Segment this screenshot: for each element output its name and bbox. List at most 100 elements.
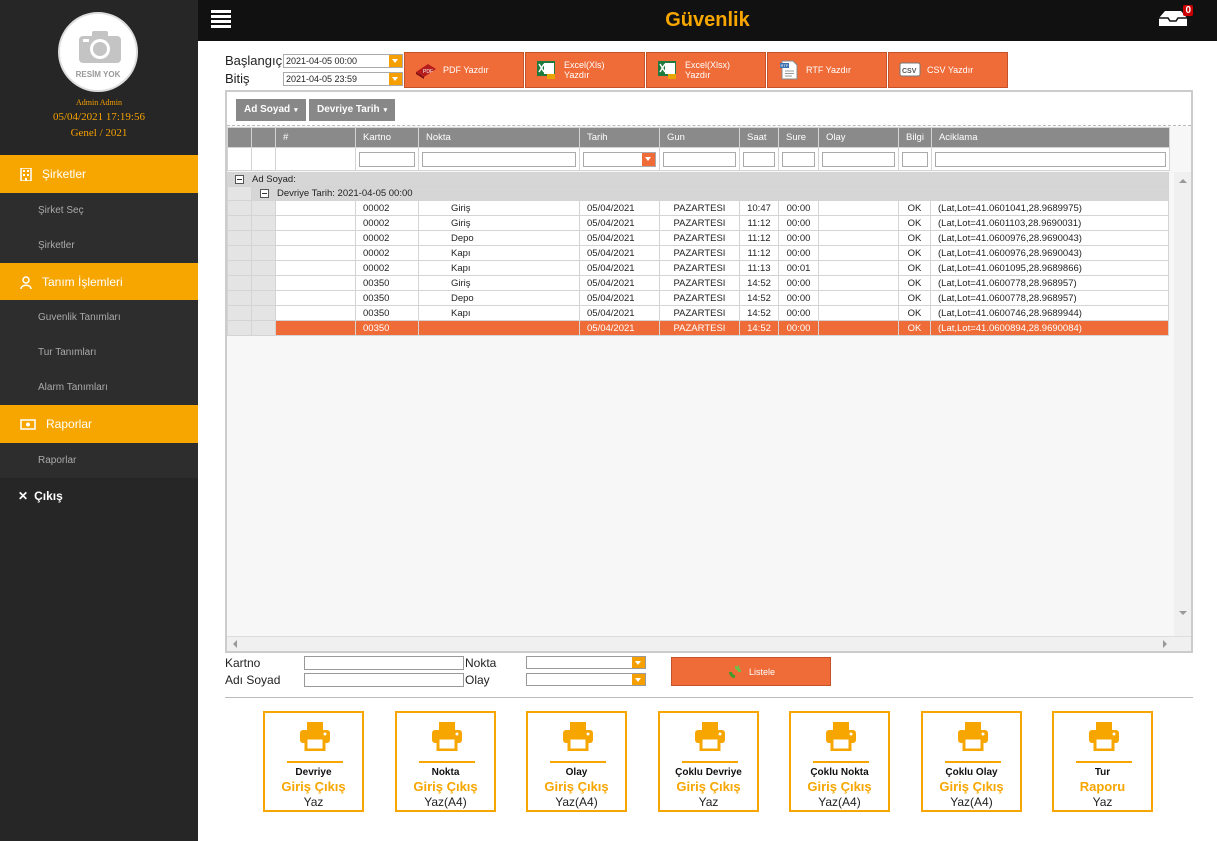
cell-aciklama: (Lat,Lot=41.0600778,28.968957) bbox=[930, 290, 1169, 306]
report-card[interactable]: Olay Giriş Çıkış Yaz(A4) bbox=[526, 711, 627, 812]
group-chip-ad-soyad[interactable]: Ad Soyad bbox=[236, 99, 306, 121]
table-row[interactable]: 00350 Depo 05/04/2021 PAZARTESI 14:52 00:00 OK… bbox=[227, 290, 1169, 306]
column-header[interactable]: Nokta bbox=[418, 127, 580, 148]
sidebar-item-guvenlik-tanimlari[interactable]: Guvenlik Tanımları bbox=[0, 300, 198, 335]
cell-aciklama: (Lat,Lot=41.0600894,28.9690084) bbox=[930, 320, 1169, 336]
table-row[interactable]: 00002 Depo 05/04/2021 PAZARTESI 11:12 00:00 OK… bbox=[227, 230, 1169, 246]
column-header[interactable]: Kartno bbox=[355, 127, 419, 148]
kartno-input[interactable] bbox=[304, 656, 464, 670]
scroll-down-icon[interactable] bbox=[1179, 611, 1187, 615]
vertical-scrollbar[interactable] bbox=[1174, 172, 1191, 637]
sidebar-item-alarm-tanimlari[interactable]: Alarm Tanımları bbox=[0, 370, 198, 405]
column-header[interactable]: Aciklama bbox=[930, 127, 1170, 148]
column-header[interactable]: Sure bbox=[778, 127, 819, 148]
excel-xls-export-button[interactable]: Excel(Xls) Yazdır bbox=[525, 52, 645, 88]
cell-tarih: 05/04/2021 bbox=[579, 290, 660, 306]
scroll-left-icon[interactable] bbox=[233, 640, 237, 648]
cell-olay bbox=[818, 320, 899, 336]
report-card[interactable]: Devriye Giriş Çıkış Yaz bbox=[263, 711, 364, 812]
table-row[interactable]: 00002 Kapı 05/04/2021 PAZARTESI 11:12 00:00 OK… bbox=[227, 245, 1169, 261]
list-button[interactable]: Listele bbox=[671, 657, 831, 686]
report-card[interactable]: Çoklu Devriye Giriş Çıkış Yaz bbox=[658, 711, 759, 812]
report-card[interactable]: Tur Raporu Yaz bbox=[1052, 711, 1153, 812]
chevron-down-icon[interactable] bbox=[632, 657, 645, 668]
sidebar-item-tur-tanimlari[interactable]: Tur Tanımları bbox=[0, 335, 198, 370]
cell-tarih: 05/04/2021 bbox=[579, 320, 660, 336]
chevron-down-icon[interactable] bbox=[389, 73, 402, 85]
report-card[interactable]: Nokta Giriş Çıkış Yaz(A4) bbox=[395, 711, 496, 812]
cell-nokta: Kapı bbox=[418, 260, 580, 276]
horizontal-scrollbar[interactable] bbox=[227, 636, 1191, 651]
filter-aciklama-input[interactable] bbox=[934, 151, 1166, 167]
cell-sure: 00:00 bbox=[778, 305, 819, 321]
rtf-export-button[interactable]: RTF RTF Yazdır bbox=[767, 52, 887, 88]
camera-icon bbox=[79, 31, 121, 63]
cell-gun: PAZARTESI bbox=[659, 320, 740, 336]
cell-gun: PAZARTESI bbox=[659, 215, 740, 231]
sidebar-item-sirketler[interactable]: Şirketler bbox=[0, 228, 198, 263]
filter-nokta-input[interactable] bbox=[422, 151, 576, 167]
cell-tarih: 05/04/2021 bbox=[579, 245, 660, 261]
chevron-down-icon[interactable] bbox=[632, 674, 645, 685]
sidebar: RESİM YOK Admin Admin 05/04/2021 17:19:5… bbox=[0, 0, 198, 841]
group-chip-devriye-tarih[interactable]: Devriye Tarih bbox=[309, 99, 396, 121]
column-header[interactable]: Saat bbox=[739, 127, 779, 148]
collapse-icon[interactable] bbox=[260, 188, 269, 198]
exit-link[interactable]: ✕ Çıkış bbox=[18, 489, 63, 503]
filter-saat-input[interactable] bbox=[743, 151, 775, 167]
filter-sure-input[interactable] bbox=[782, 151, 815, 167]
table-row[interactable]: 00002 Giriş 05/04/2021 PAZARTESI 10:47 00:00 O… bbox=[227, 200, 1169, 216]
sidebar-item-raporlar[interactable]: Raporlar bbox=[0, 443, 198, 478]
column-header[interactable]: Tarih bbox=[579, 127, 660, 148]
sidebar-section-label: Raporlar bbox=[46, 417, 93, 431]
nokta-select[interactable] bbox=[526, 656, 646, 669]
column-header[interactable]: Olay bbox=[818, 127, 899, 148]
collapse-icon[interactable] bbox=[235, 174, 244, 184]
pdf-export-button[interactable]: PDF PDF Yazdır bbox=[404, 52, 524, 88]
table-row[interactable]: 00350 05/04/2021 PAZARTESI 14:52 00:00 OK (Lat… bbox=[227, 320, 1169, 336]
cell-kartno: 00002 bbox=[355, 215, 419, 231]
table-row[interactable]: 00002 Giriş 05/04/2021 PAZARTESI 11:12 00:00 O… bbox=[227, 215, 1169, 231]
cell-olay bbox=[818, 245, 899, 261]
csv-export-button[interactable]: CSV CSV Yazdır bbox=[888, 52, 1008, 88]
cell-nokta: Kapı bbox=[418, 305, 580, 321]
filter-gun-input[interactable] bbox=[663, 151, 736, 167]
cell-saat: 14:52 bbox=[739, 275, 779, 291]
grid-rows: Ad Soyad: Devriye Tarih: 2021-04-05 00:0… bbox=[227, 172, 1169, 336]
group-level2-label: Devriye Tarih: 2021-04-05 00:00 bbox=[277, 188, 413, 199]
adsoyad-input[interactable] bbox=[304, 673, 464, 687]
filter-kartno-input[interactable] bbox=[359, 151, 415, 167]
excel-xlsx-export-button[interactable]: Excel(Xlsx) Yazdır bbox=[646, 52, 766, 88]
table-row[interactable]: 00002 Kapı 05/04/2021 PAZARTESI 11:13 00:01 OK… bbox=[227, 260, 1169, 276]
table-row[interactable]: 00350 Giriş 05/04/2021 PAZARTESI 14:52 00:00 O… bbox=[227, 275, 1169, 291]
sidebar-item-sirket-sec[interactable]: Şirket Seç bbox=[0, 193, 198, 228]
end-date-combo[interactable]: 2021-04-05 23:59 bbox=[283, 72, 403, 86]
sidebar-section-raporlar[interactable]: Raporlar bbox=[0, 405, 198, 443]
sidebar-section-tanim[interactable]: Tanım İşlemleri bbox=[0, 263, 198, 301]
filter-bilgi-input[interactable] bbox=[902, 151, 928, 167]
column-header[interactable]: Gun bbox=[659, 127, 740, 148]
scroll-right-icon[interactable] bbox=[1163, 640, 1167, 648]
report-card-line3: Yaz bbox=[303, 795, 324, 809]
start-date-combo[interactable]: 2021-04-05 00:00 bbox=[283, 54, 403, 68]
report-card[interactable]: Çoklu Olay Giriş Çıkış Yaz(A4) bbox=[921, 711, 1022, 812]
chevron-down-icon[interactable] bbox=[389, 55, 402, 67]
olay-select[interactable] bbox=[526, 673, 646, 686]
cell-sure: 00:00 bbox=[778, 290, 819, 306]
table-row[interactable]: 00350 Kapı 05/04/2021 PAZARTESI 14:52 00:00 OK… bbox=[227, 305, 1169, 321]
building-icon bbox=[20, 167, 32, 181]
scroll-up-icon[interactable] bbox=[1179, 179, 1187, 183]
column-header[interactable]: # bbox=[275, 127, 356, 148]
cell-kartno: 00002 bbox=[355, 230, 419, 246]
sidebar-section-sirketler[interactable]: Şirketler bbox=[0, 155, 198, 193]
cell-sure: 00:00 bbox=[778, 230, 819, 246]
cell-bilgi: OK bbox=[898, 320, 931, 336]
column-header[interactable]: Bilgi bbox=[898, 127, 932, 148]
filter-tarih-combo[interactable] bbox=[583, 151, 656, 167]
report-card[interactable]: Çoklu Nokta Giriş Çıkış Yaz(A4) bbox=[789, 711, 890, 812]
notification-button[interactable]: 0 bbox=[1157, 5, 1193, 30]
grid-header: # Kartno Nokta Tarih Gun Saat Sure Olay … bbox=[227, 127, 1170, 171]
filter-olay-input[interactable] bbox=[822, 151, 895, 167]
chevron-down-icon[interactable] bbox=[642, 152, 655, 166]
cell-nokta: Depo bbox=[418, 290, 580, 306]
